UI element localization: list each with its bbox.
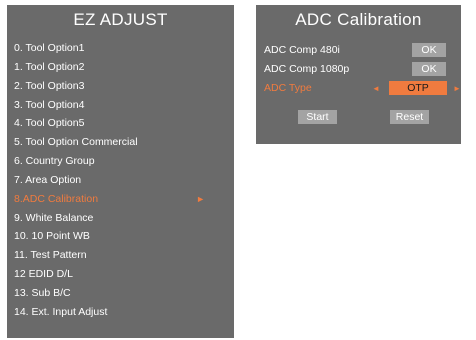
menu-item-label: 12 EDID D/L: [14, 268, 73, 281]
menu-item-label: 7. Area Option: [14, 173, 82, 186]
right-arrow-icon[interactable]: ►: [453, 81, 461, 96]
menu-item-label: 4. Tool Option5: [14, 117, 85, 130]
menu-item-tool-option3[interactable]: 2. Tool Option3: [14, 77, 227, 96]
adc-comp-1080p-value[interactable]: OK: [412, 62, 446, 76]
adc-comp-480i-label: ADC Comp 480i: [264, 44, 340, 56]
menu-item-tool-option2[interactable]: 1. Tool Option2: [14, 58, 227, 77]
reset-button[interactable]: Reset: [390, 110, 429, 124]
menu-item-white-balance[interactable]: 9. White Balance: [14, 209, 227, 228]
adc-type-value[interactable]: OTP: [389, 81, 447, 95]
left-arrow-icon[interactable]: ◄: [372, 81, 380, 96]
adc-comp-480i-row[interactable]: ADC Comp 480i OK: [264, 43, 454, 58]
menu-item-label: 2. Tool Option3: [14, 79, 85, 92]
adc-comp-1080p-label: ADC Comp 1080p: [264, 63, 350, 75]
menu-item-test-pattern[interactable]: 11. Test Pattern: [14, 246, 227, 265]
menu-item-label: 10. 10 Point WB: [14, 230, 90, 243]
ez-adjust-menu: 0. Tool Option1 1. Tool Option2 2. Tool …: [14, 39, 227, 322]
menu-item-area-option[interactable]: 7. Area Option: [14, 171, 227, 190]
menu-item-label: 14. Ext. Input Adjust: [14, 305, 108, 318]
menu-item-label: 5. Tool Option Commercial: [14, 136, 138, 149]
menu-item-label: 13. Sub B/C: [14, 286, 71, 299]
menu-item-label: 8.ADC Calibration: [14, 192, 99, 205]
menu-item-label: 1. Tool Option2: [14, 60, 85, 73]
menu-item-country-group[interactable]: 6. Country Group: [14, 152, 227, 171]
menu-item-sub-bc[interactable]: 13. Sub B/C: [14, 284, 227, 303]
adc-type-label: ADC Type: [264, 82, 312, 94]
adc-calibration-title: ADC Calibration: [295, 10, 422, 29]
adc-comp-1080p-row[interactable]: ADC Comp 1080p OK: [264, 62, 454, 77]
submenu-arrow-icon: ►: [196, 193, 205, 204]
menu-item-tool-option1[interactable]: 0. Tool Option1: [14, 39, 227, 58]
menu-item-label: 6. Country Group: [14, 155, 95, 168]
ez-adjust-title: EZ ADJUST: [73, 10, 168, 29]
menu-item-label: 3. Tool Option4: [14, 98, 85, 111]
menu-item-label: 9. White Balance: [14, 211, 94, 224]
menu-item-tool-option-commercial[interactable]: 5. Tool Option Commercial: [14, 133, 227, 152]
menu-item-10-point-wb[interactable]: 10. 10 Point WB: [14, 227, 227, 246]
menu-item-tool-option5[interactable]: 4. Tool Option5: [14, 114, 227, 133]
menu-item-label: 11. Test Pattern: [14, 249, 87, 262]
ez-adjust-panel: EZ ADJUST 0. Tool Option1 1. Tool Option…: [7, 5, 234, 338]
menu-item-edid-dl[interactable]: 12 EDID D/L: [14, 265, 227, 284]
menu-item-ext-input-adjust[interactable]: 14. Ext. Input Adjust: [14, 303, 227, 322]
menu-item-adc-calibration[interactable]: 8.ADC Calibration ►: [14, 190, 227, 209]
adc-type-row[interactable]: ADC Type ◄ OTP ►: [264, 81, 461, 96]
adc-calibration-panel: ADC Calibration ADC Comp 480i OK ADC Com…: [256, 5, 461, 144]
menu-item-tool-option4[interactable]: 3. Tool Option4: [14, 96, 227, 115]
adc-comp-480i-value[interactable]: OK: [412, 43, 446, 57]
start-button[interactable]: Start: [298, 110, 337, 124]
menu-item-label: 0. Tool Option1: [14, 42, 85, 54]
